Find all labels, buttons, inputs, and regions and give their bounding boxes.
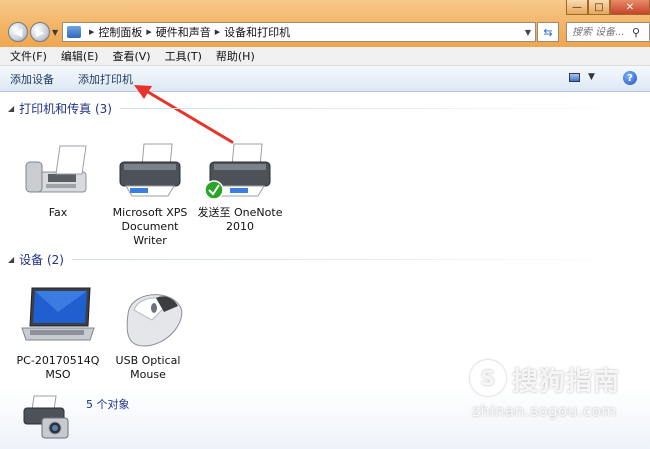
device-label-line: Mouse [130,368,166,381]
device-usb-mouse[interactable]: USB Optical Mouse [106,284,190,382]
device-label-line: Microsoft XPS [112,206,188,219]
device-send-to-onenote[interactable]: 发送至 OneNote 2010 [196,140,284,234]
device-label-line: MSO [45,368,71,381]
device-fax[interactable]: Fax [16,140,100,220]
laptop-icon [21,287,95,341]
device-label-line: 发送至 OneNote [197,206,283,219]
sogou-logo: S [470,360,506,396]
group-divider [71,259,644,260]
device-label-line: PC-20170514Q [16,354,100,367]
group-divider [119,108,644,109]
printer-icon [119,143,181,197]
device-label-line: USB Optical [115,354,181,367]
devices-printers-icon [23,395,69,439]
watermark-name: 搜狗指南 [512,367,621,397]
fax-icon [25,145,87,193]
printer-default-icon [204,143,271,200]
device-pc[interactable]: PC-20170514Q MSO [16,284,100,382]
device-label: Fax [48,206,68,219]
group-header-devices[interactable]: ◢ 设备 (2) [8,251,644,268]
mouse-icon [126,294,183,347]
group-title: 设备 (2) [19,253,64,267]
device-xps-writer[interactable]: Microsoft XPS Document Writer [108,140,192,248]
device-label-line: Document [121,220,179,233]
object-count: 5 个对象 [86,398,130,411]
group-header-printers[interactable]: ◢ 打印机和传真 (3) [8,100,644,117]
watermark-url: zhinan.sogou.com [472,402,617,420]
collapse-triangle-icon[interactable]: ◢ [8,104,14,113]
default-check-icon [204,180,224,200]
group-title: 打印机和传真 (3) [19,102,112,116]
device-label-line: Writer [133,234,167,247]
collapse-triangle-icon[interactable]: ◢ [8,255,14,264]
device-label-line: 2010 [226,220,254,233]
